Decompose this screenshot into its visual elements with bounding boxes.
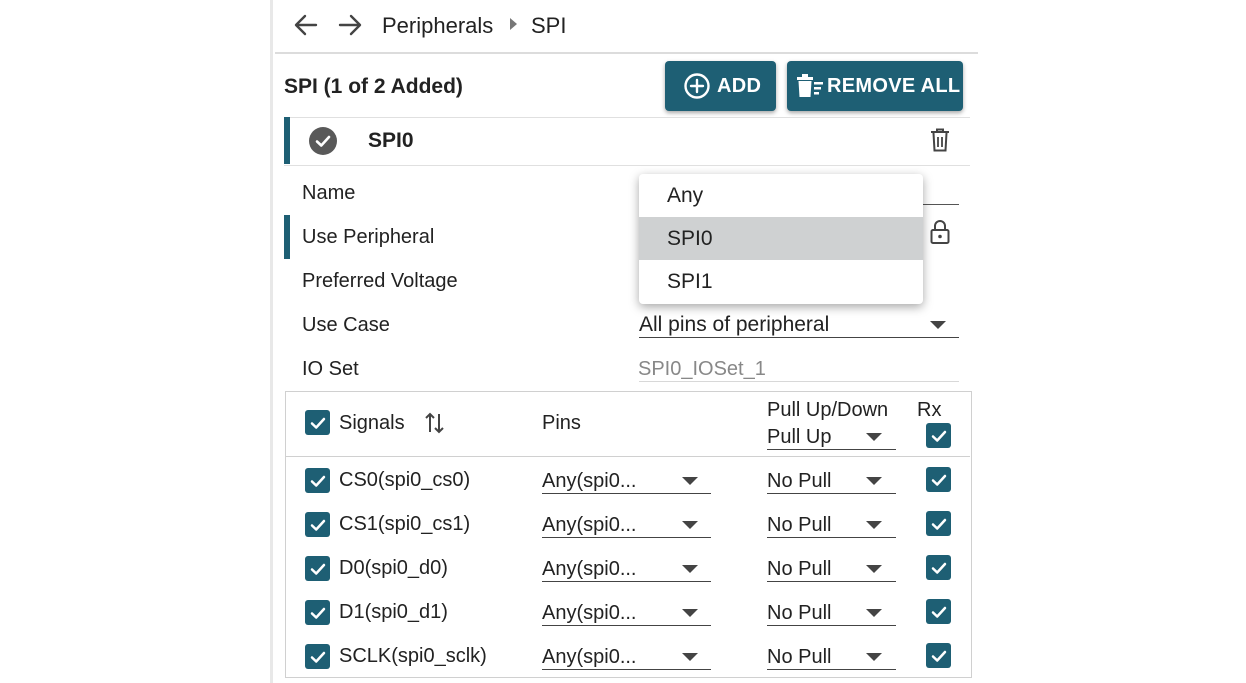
io-set-label: IO Set [302, 358, 359, 380]
io-set-underline [639, 381, 959, 382]
rx-checkbox[interactable] [926, 643, 951, 668]
chevron-down-icon[interactable] [682, 653, 698, 661]
name-field-underline [920, 204, 959, 205]
signal-name: SCLK(spi0_sclk) [339, 645, 487, 667]
chevron-down-icon[interactable] [866, 565, 882, 573]
signal-checkbox[interactable] [305, 556, 330, 581]
pin-select-underline [542, 581, 711, 582]
remove-all-button[interactable]: REMOVE ALL [787, 61, 963, 111]
pull-select[interactable]: No Pull [767, 468, 831, 494]
use-peripheral-indicator [284, 215, 290, 259]
pull-all-underline [767, 449, 896, 450]
dropdown-option-spi0[interactable]: SPI0 [639, 217, 923, 260]
table-header-divider [286, 456, 970, 457]
signals-header: Signals [339, 412, 405, 434]
panel-divider [270, 0, 273, 683]
chevron-down-icon[interactable] [930, 321, 946, 329]
chevron-down-icon[interactable] [682, 565, 698, 573]
add-button-label: ADD [717, 74, 762, 97]
pull-select-underline [767, 669, 896, 670]
pin-select[interactable]: Any(spi0... [542, 556, 636, 582]
trash-icon[interactable] [929, 127, 951, 158]
pin-select-underline [542, 669, 711, 670]
instance-selected-indicator [284, 117, 290, 164]
pin-select-underline [542, 625, 711, 626]
chevron-down-icon[interactable] [866, 433, 882, 441]
pins-header: Pins [542, 412, 581, 434]
chevron-down-icon[interactable] [682, 609, 698, 617]
pin-select-underline [542, 493, 711, 494]
preferred-voltage-label: Preferred Voltage [302, 270, 458, 292]
delete-all-icon [795, 72, 825, 100]
pin-select[interactable]: Any(spi0... [542, 600, 636, 626]
lock-icon[interactable] [929, 218, 951, 251]
remove-all-button-label: REMOVE ALL [827, 74, 961, 97]
rx-select-all-checkbox[interactable] [926, 423, 951, 448]
add-circle-icon [683, 72, 711, 100]
signal-name: CS0(spi0_cs0) [339, 469, 471, 491]
breadcrumb-separator-icon [510, 18, 517, 30]
chevron-down-icon[interactable] [682, 477, 698, 485]
signal-checkbox[interactable] [305, 468, 330, 493]
pin-select[interactable]: Any(spi0... [542, 468, 636, 494]
chevron-down-icon[interactable] [866, 653, 882, 661]
signal-checkbox[interactable] [305, 512, 330, 537]
pin-select-underline [542, 537, 711, 538]
breadcrumb-peripherals[interactable]: Peripherals [382, 12, 493, 40]
rx-checkbox[interactable] [926, 511, 951, 536]
dropdown-option-spi1[interactable]: SPI1 [639, 260, 923, 303]
chevron-down-icon[interactable] [682, 521, 698, 529]
pull-select-underline [767, 493, 896, 494]
rx-checkbox[interactable] [926, 467, 951, 492]
signals-select-all-checkbox[interactable] [305, 410, 330, 435]
pull-select-underline [767, 537, 896, 538]
pull-select[interactable]: No Pull [767, 512, 831, 538]
header-divider [275, 52, 978, 54]
pull-all-select[interactable]: Pull Up [767, 424, 831, 450]
pull-select[interactable]: No Pull [767, 644, 831, 670]
chevron-down-icon[interactable] [866, 521, 882, 529]
io-set-value: SPI0_IOSet_1 [638, 358, 766, 380]
section-title: SPI (1 of 2 Added) [284, 75, 463, 98]
use-case-label: Use Case [302, 314, 390, 336]
signal-name: D1(spi0_d1) [339, 601, 448, 623]
signal-name: D0(spi0_d0) [339, 557, 448, 579]
pull-select-underline [767, 625, 896, 626]
pull-select[interactable]: No Pull [767, 556, 831, 582]
chevron-down-icon[interactable] [866, 477, 882, 485]
pull-select[interactable]: No Pull [767, 600, 831, 626]
dropdown-option-any[interactable]: Any [639, 174, 923, 217]
arrow-left-icon[interactable] [292, 8, 320, 50]
arrow-right-icon[interactable] [336, 8, 364, 50]
use-peripheral-dropdown: Any SPI0 SPI1 [639, 174, 923, 304]
name-label: Name [302, 182, 356, 204]
pull-select-underline [767, 581, 896, 582]
pin-select[interactable]: Any(spi0... [542, 644, 636, 670]
add-button[interactable]: ADD [665, 61, 776, 111]
pull-header: Pull Up/Down [767, 399, 889, 421]
instance-name: SPI0 [368, 129, 414, 152]
signal-name: CS1(spi0_cs1) [339, 513, 471, 535]
rx-checkbox[interactable] [926, 555, 951, 580]
rx-header: Rx [917, 399, 942, 421]
chevron-down-icon[interactable] [866, 609, 882, 617]
signal-checkbox[interactable] [305, 644, 330, 669]
signal-checkbox[interactable] [305, 600, 330, 625]
breadcrumb-spi: SPI [531, 13, 567, 38]
use-case-select[interactable]: All pins of peripheral [639, 312, 829, 338]
use-peripheral-label: Use Peripheral [302, 226, 435, 248]
check-circle-icon [309, 127, 337, 155]
rx-checkbox[interactable] [926, 599, 951, 624]
pin-select[interactable]: Any(spi0... [542, 512, 636, 538]
use-case-underline [639, 337, 959, 338]
sort-icon[interactable] [423, 410, 447, 441]
